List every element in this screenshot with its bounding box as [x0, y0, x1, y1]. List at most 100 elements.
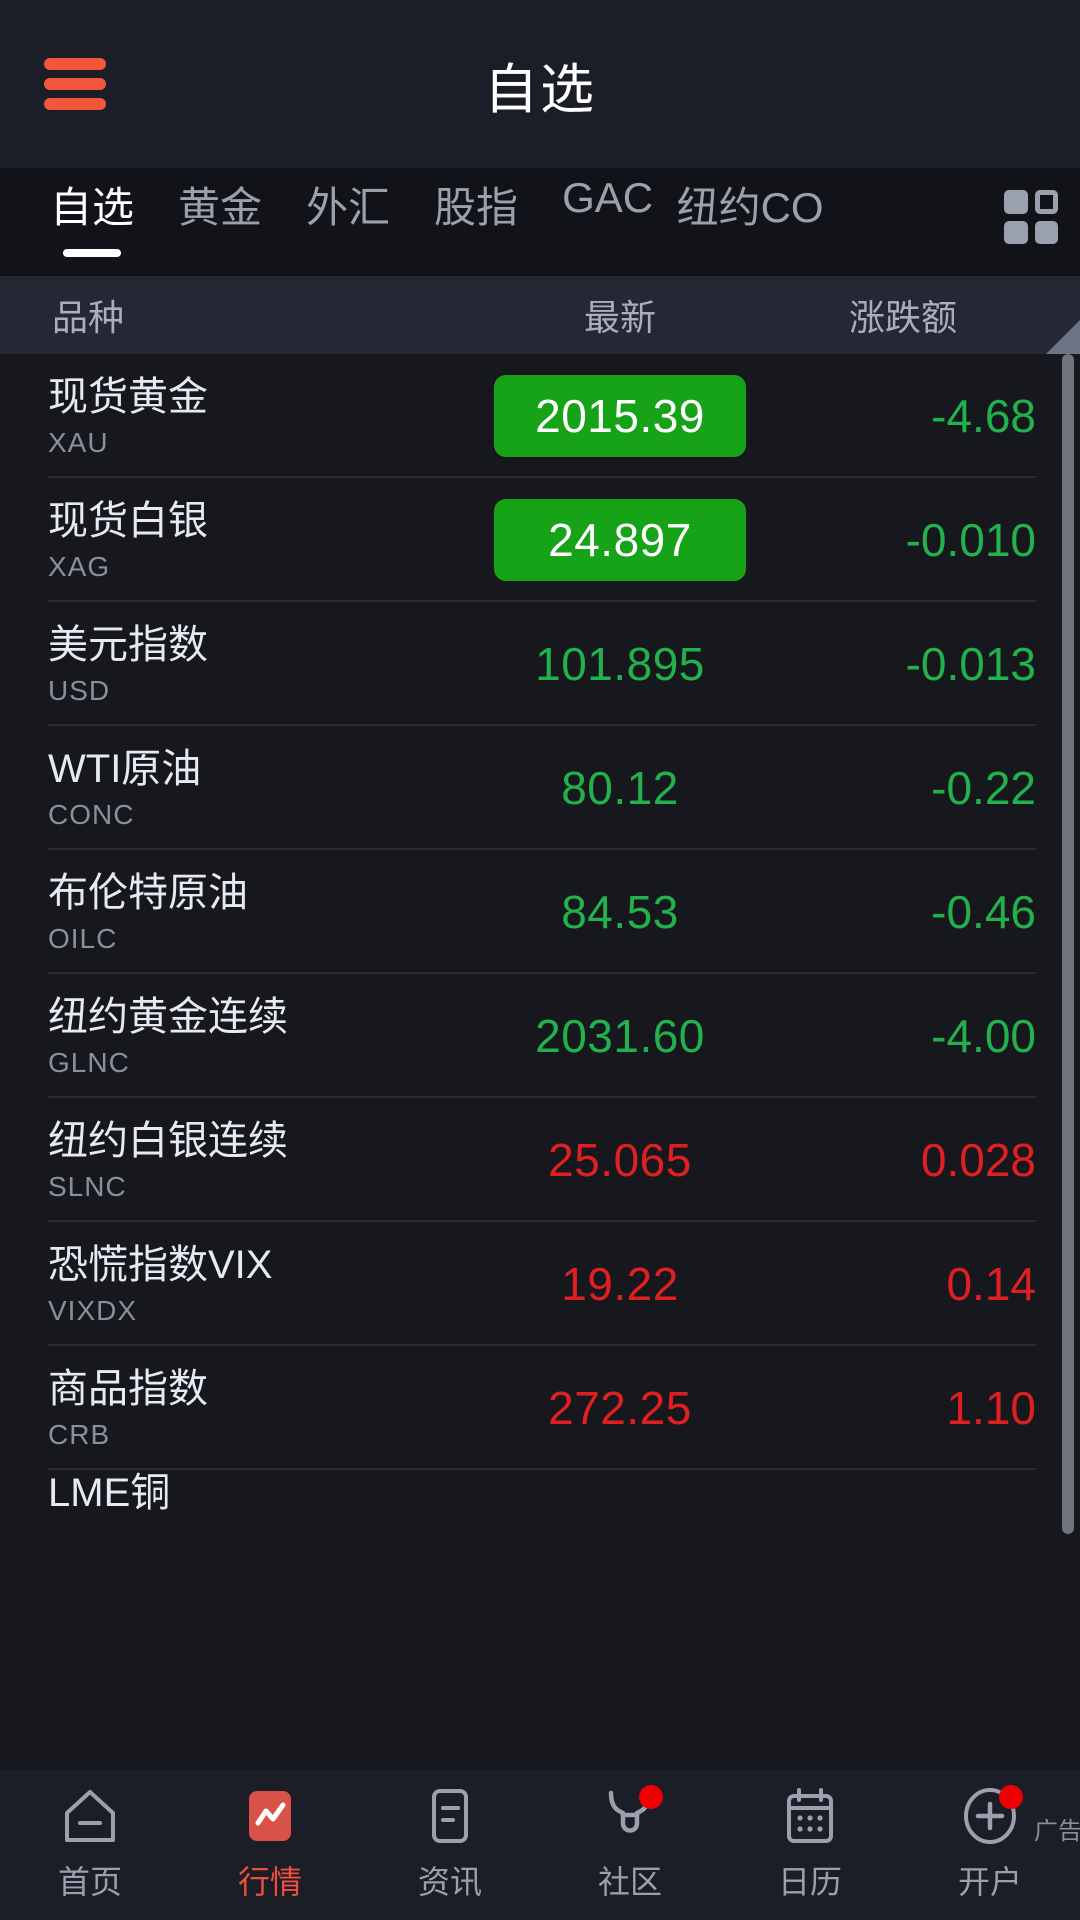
quote-change-cell: -0.46: [770, 885, 1080, 939]
quote-change-cell: -4.68: [770, 389, 1080, 443]
nav-label: 日历: [777, 1864, 842, 1900]
quote-name-cell: 布伦特原油 OILC: [0, 870, 470, 955]
quote-code: XAG: [48, 550, 111, 582]
corner-triangle-icon: [1046, 320, 1080, 354]
quote-code: GLNC: [48, 1046, 130, 1078]
nav-label: 首页: [57, 1864, 122, 1900]
quote-price: 84.53: [561, 886, 679, 938]
ad-label: 广告: [1034, 1818, 1080, 1845]
tab-label: 纽约CO: [676, 184, 824, 231]
hamburger-bar: [44, 58, 106, 70]
quote-row[interactable]: 现货黄金 XAU 2015.39 -4.68: [0, 354, 1080, 478]
nav-item-home[interactable]: 首页: [0, 1787, 180, 1903]
tab-gac[interactable]: GAC: [540, 168, 675, 244]
bull-icon: [601, 1785, 663, 1845]
nav-item-calendar[interactable]: 日历: [720, 1787, 900, 1903]
quote-change-cell: 0.14: [770, 1257, 1080, 1311]
quote-price-cell: 2015.39: [470, 375, 770, 457]
quote-change: -4.68: [931, 390, 1036, 442]
tab-active-underline: [63, 249, 121, 257]
tab-waihui[interactable]: 外汇: [284, 168, 412, 257]
quote-row[interactable]: 美元指数 USD 101.895 -0.013: [0, 602, 1080, 726]
tab-label: 股指: [434, 184, 519, 231]
quote-change: -0.010: [905, 514, 1036, 566]
quote-row[interactable]: 纽约白银连续 SLNC 25.065 0.028: [0, 1098, 1080, 1222]
nav-item-open-account[interactable]: 开户 广告: [900, 1785, 1080, 1903]
quote-name-cell: 现货黄金 XAU: [0, 374, 470, 459]
quote-name-cell: 商品指数 CRB: [0, 1366, 470, 1451]
quote-row[interactable]: 纽约黄金连续 GLNC 2031.60 -4.00: [0, 974, 1080, 1098]
quote-price: 24.897: [494, 499, 746, 581]
quote-price: 25.065: [548, 1134, 692, 1186]
quote-row[interactable]: 商品指数 CRB 272.25 1.10: [0, 1346, 1080, 1470]
grid-cell-hollow: [1034, 190, 1058, 214]
tab-zixuan[interactable]: 自选: [28, 168, 156, 257]
quote-row[interactable]: 恐慌指数VIX VIXDX 19.22 0.14: [0, 1222, 1080, 1346]
quote-code: USD: [48, 674, 111, 706]
quote-row[interactable]: LME铜: [0, 1470, 1080, 1530]
quote-name: 美元指数: [48, 622, 208, 667]
tab-label: 自选: [50, 184, 135, 231]
quote-price-cell: 101.895: [470, 637, 770, 691]
quote-price-cell: 84.53: [470, 885, 770, 939]
quote-list[interactable]: 现货黄金 XAU 2015.39 -4.68 现货白银 XAG 24.897 -0.010 美元…: [0, 354, 1080, 1770]
quote-price-cell: 80.12: [470, 761, 770, 815]
nav-item-quotes[interactable]: 行情: [180, 1787, 360, 1903]
calendar-icon: [781, 1787, 839, 1845]
grid-cell: [1034, 220, 1058, 244]
quote-price-cell: 2031.60: [470, 1009, 770, 1063]
bottom-navigation-bar: 首页 行情 资讯 社区 日历 开户 广告: [0, 1770, 1080, 1920]
tab-niuyueco[interactable]: 纽约CO: [675, 168, 825, 257]
nav-label: 开户: [957, 1864, 1022, 1900]
quote-change: -4.00: [931, 1010, 1036, 1062]
quote-price-cell: 272.25: [470, 1381, 770, 1435]
quote-code: CRB: [48, 1418, 111, 1450]
quote-price: 2015.39: [494, 375, 746, 457]
news-icon: [421, 1787, 479, 1845]
column-header-last[interactable]: 最新: [470, 289, 770, 341]
quote-name-cell: 美元指数 USD: [0, 622, 470, 707]
quote-row[interactable]: 布伦特原油 OILC 84.53 -0.46: [0, 850, 1080, 974]
hamburger-bar: [44, 98, 106, 110]
quote-name: 商品指数: [48, 1366, 208, 1411]
column-header-change[interactable]: 涨跌额: [770, 289, 1080, 341]
nav-label: 行情: [237, 1864, 302, 1900]
tab-guzhi[interactable]: 股指: [412, 168, 540, 257]
hamburger-menu-icon[interactable]: [44, 58, 106, 110]
quote-row[interactable]: WTI原油 CONC 80.12 -0.22: [0, 726, 1080, 850]
quote-name-cell: 恐慌指数VIX VIXDX: [0, 1242, 470, 1327]
plus-circle-icon: [961, 1785, 1023, 1845]
quote-name: WTI原油: [48, 746, 202, 791]
page-title: 自选: [484, 59, 596, 120]
quote-price-cell: 19.22: [470, 1257, 770, 1311]
app-bar: 自选: [0, 0, 1080, 168]
quote-price: 19.22: [561, 1258, 679, 1310]
quote-change-cell: -0.22: [770, 761, 1080, 815]
quote-change-cell: -4.00: [770, 1009, 1080, 1063]
quote-change-cell: -0.010: [770, 513, 1080, 567]
nav-label: 资讯: [417, 1864, 482, 1900]
home-icon: [61, 1787, 119, 1845]
notification-badge: [639, 1785, 663, 1809]
quote-row[interactable]: 现货白银 XAG 24.897 -0.010: [0, 478, 1080, 602]
quote-price: 272.25: [548, 1382, 692, 1434]
tab-label: 黄金: [178, 184, 263, 231]
quote-change-cell: -0.013: [770, 637, 1080, 691]
tab-huangjin[interactable]: 黄金: [156, 168, 284, 257]
quote-code: SLNC: [48, 1170, 127, 1202]
quote-change: -0.22: [931, 762, 1036, 814]
quote-change: 0.028: [920, 1134, 1036, 1186]
quote-name-cell: WTI原油 CONC: [0, 746, 470, 831]
quote-name: 恐慌指数VIX: [48, 1242, 273, 1287]
column-header-name[interactable]: 品种: [0, 289, 470, 341]
list-scrollbar[interactable]: [1062, 354, 1074, 1534]
quote-code: OILC: [48, 922, 118, 954]
grid-cell: [1004, 220, 1028, 244]
tab-label: GAC: [562, 174, 654, 221]
quote-name-cell: LME铜: [0, 1470, 470, 1516]
quote-change: 0.14: [946, 1258, 1036, 1310]
grid-icon[interactable]: [1004, 190, 1058, 244]
nav-item-news[interactable]: 资讯: [360, 1787, 540, 1903]
chart-icon: [241, 1787, 299, 1845]
nav-item-community[interactable]: 社区: [540, 1785, 720, 1903]
